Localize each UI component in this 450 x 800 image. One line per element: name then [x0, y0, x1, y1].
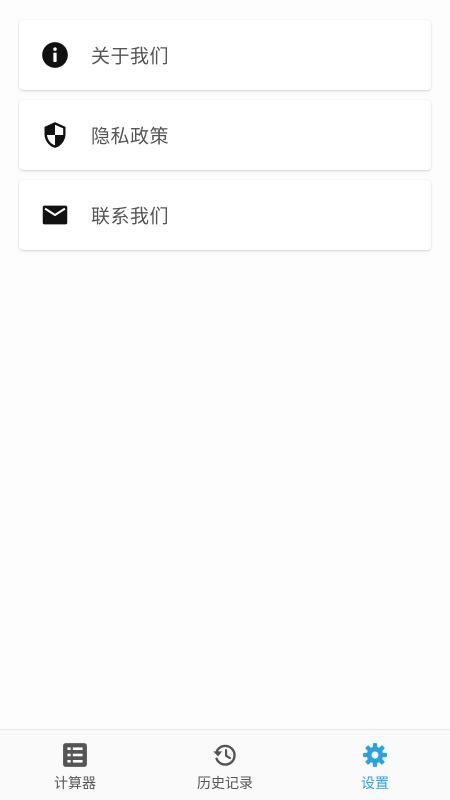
- contact-us-item[interactable]: 联系我们: [19, 180, 431, 250]
- calculator-icon: [62, 742, 88, 768]
- shield-icon: [41, 121, 69, 149]
- tab-calculator-label: 计算器: [54, 776, 96, 792]
- privacy-policy-item[interactable]: 隐私政策: [19, 100, 431, 170]
- history-icon: [212, 742, 238, 768]
- about-us-label: 关于我们: [91, 45, 170, 68]
- about-us-item[interactable]: 关于我们: [19, 20, 431, 90]
- tab-history-label: 历史记录: [197, 776, 253, 792]
- mail-icon: [41, 201, 69, 229]
- contact-us-label: 联系我们: [91, 205, 170, 228]
- tab-calculator[interactable]: 计算器: [0, 730, 150, 800]
- privacy-policy-label: 隐私政策: [91, 125, 170, 148]
- bottom-tab-bar: 计算器 历史记录 设置: [0, 729, 450, 800]
- info-icon: [41, 41, 69, 69]
- tab-settings[interactable]: 设置: [300, 730, 450, 800]
- gear-icon: [362, 742, 388, 768]
- tab-settings-label: 设置: [361, 776, 389, 792]
- tab-history[interactable]: 历史记录: [150, 730, 300, 800]
